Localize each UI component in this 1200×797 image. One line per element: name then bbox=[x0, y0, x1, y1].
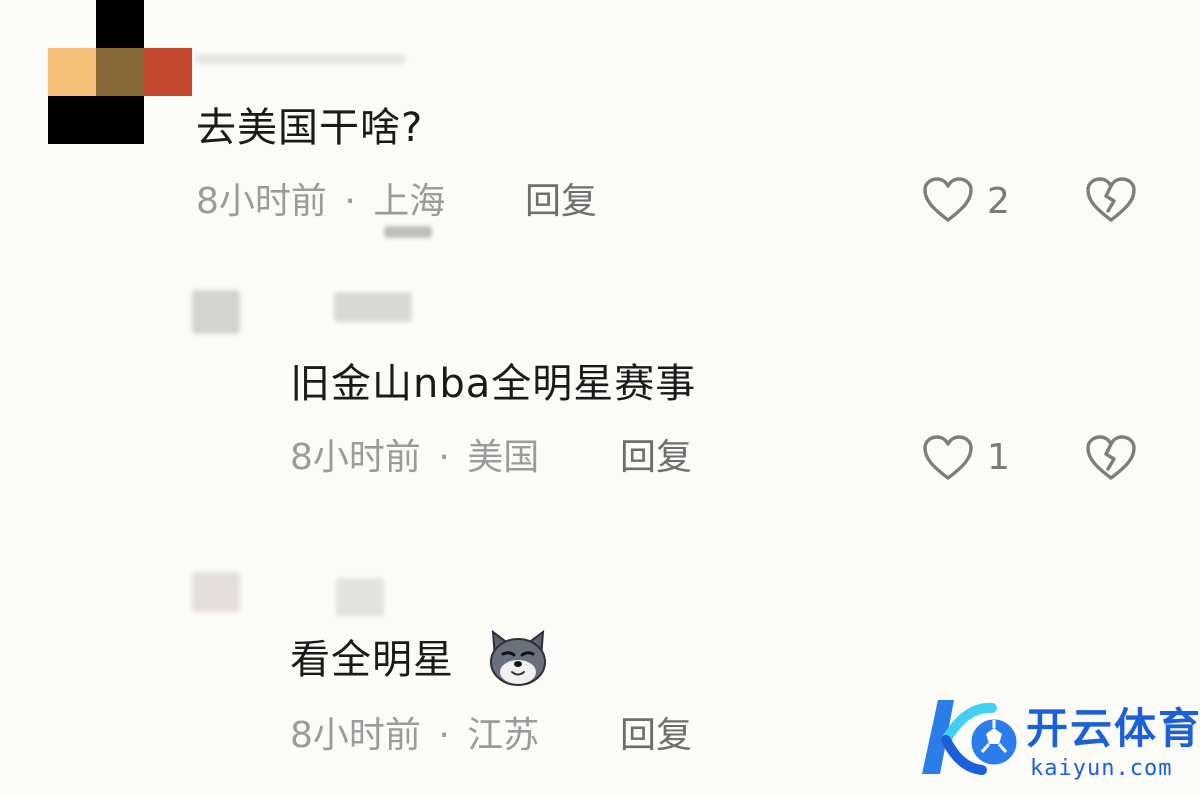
reply-button[interactable]: 回复 bbox=[620, 718, 692, 754]
watermark-domain: kaiyun.com bbox=[1030, 756, 1173, 781]
dog-emoji bbox=[490, 629, 546, 686]
reply-button[interactable]: 回复 bbox=[525, 184, 597, 220]
heart-outline-icon[interactable] bbox=[922, 434, 974, 482]
watermark-brand: 开云体育 bbox=[1026, 704, 1200, 753]
username-redacted[interactable] bbox=[196, 54, 406, 64]
comment-text: 旧金山nba全明星赛事 bbox=[290, 361, 697, 407]
comment-time: 8小时前 · 美国 bbox=[290, 437, 540, 478]
broken-heart-icon[interactable] bbox=[1085, 176, 1137, 224]
comment-time: 8小时前 · 江苏 bbox=[290, 715, 540, 756]
kaiyun-logo-icon bbox=[922, 700, 1020, 775]
broken-heart-icon[interactable] bbox=[1085, 434, 1137, 482]
like-count: 1 bbox=[987, 437, 1010, 478]
comment-text: 去美国干啥? bbox=[196, 105, 424, 151]
like-count: 2 bbox=[987, 181, 1010, 222]
avatar[interactable] bbox=[192, 572, 240, 612]
reply-button[interactable]: 回复 bbox=[620, 440, 692, 476]
avatar[interactable] bbox=[192, 290, 240, 334]
comment-time: 8小时前 · 上海 bbox=[196, 181, 446, 222]
username-redacted[interactable] bbox=[334, 292, 412, 322]
heart-outline-icon[interactable] bbox=[922, 176, 974, 224]
avatar[interactable] bbox=[48, 0, 192, 144]
redacted-blur bbox=[384, 226, 432, 238]
username-redacted[interactable] bbox=[336, 578, 384, 616]
comment-text: 看全明星 bbox=[290, 637, 454, 683]
